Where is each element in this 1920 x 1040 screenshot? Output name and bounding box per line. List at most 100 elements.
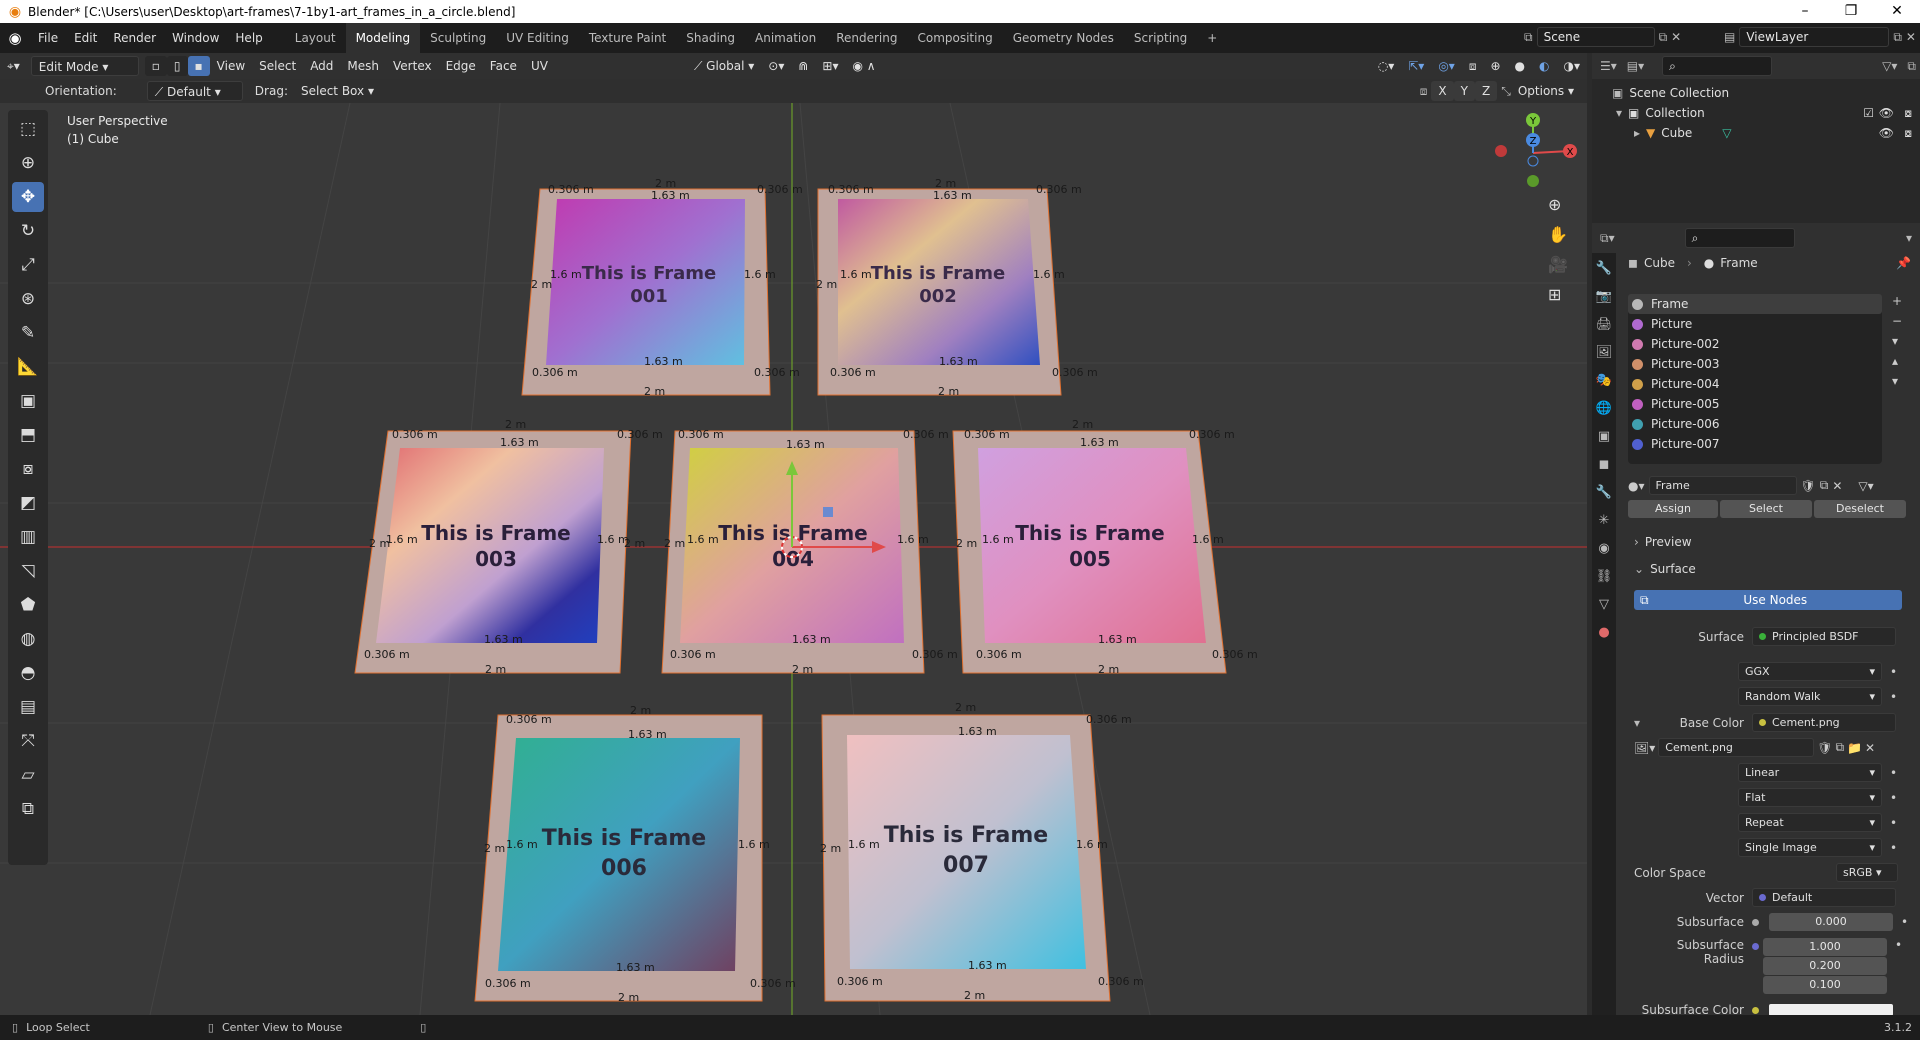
solid-shading-icon[interactable]: ● [1508,56,1532,76]
unlink-image-icon[interactable]: ✕ [1865,741,1875,755]
surface-panel-header[interactable]: ⌄ Surface [1634,562,1696,576]
add-workspace-button[interactable]: + [1197,23,1227,53]
slot-picture-007[interactable]: Picture-007 [1628,434,1882,454]
mode-dropdown[interactable]: Edit Mode ▾ [30,56,139,76]
viewlayer-close-icon[interactable]: ✕ [1906,30,1916,44]
render-tab-icon[interactable]: 📷 [1596,286,1612,307]
scale-icon[interactable]: ⤢ [12,250,44,280]
subsurface-radius-z[interactable]: 0.100 [1763,976,1887,994]
material-tab-icon[interactable]: ● [1598,622,1609,643]
pan-hand-icon[interactable]: ✋ [1548,225,1568,244]
navigation-gizmo[interactable]: Y Z X [1488,108,1578,198]
tab-compositing[interactable]: Compositing [907,23,1002,53]
material-name-field[interactable]: Frame [1648,476,1797,495]
slot-picture[interactable]: Picture [1628,314,1882,334]
outliner-object-cube[interactable]: ▸ ▼ Cube ▽ 👁 ⧇ [1592,123,1920,143]
gizmo-toggle-icon[interactable]: ⇱▾ [1401,56,1431,76]
viewlayer-field[interactable]: ViewLayer [1739,27,1890,47]
move-slot-down-icon[interactable]: ▾ [1892,374,1902,388]
slot-picture-006[interactable]: Picture-006 [1628,414,1882,434]
menu-select[interactable]: Select [252,56,303,76]
expand-arrow-icon[interactable]: ▾ [1616,106,1622,120]
outliner-display-mode-icon[interactable]: ▤▾ [1627,59,1644,73]
menu-help[interactable]: Help [227,31,270,45]
material-shading-icon[interactable]: ◐ [1532,56,1556,76]
data-tab-icon[interactable]: ▽ [1599,594,1609,615]
render-camera-icon[interactable]: ⧇ [1904,126,1912,141]
orientation-dropdown[interactable]: ⟋ Default ▾ [146,81,243,101]
vertex-select-icon[interactable]: ▫ [144,56,167,76]
tab-sculpting[interactable]: Sculpting [420,23,496,53]
object-tab-icon[interactable]: ◼ [1599,454,1610,475]
add-cube-icon[interactable]: ▣ [12,386,44,416]
menu-view[interactable]: View [210,56,252,76]
pin-icon[interactable]: 📌 [1896,256,1911,270]
shear-icon[interactable]: ▱ [12,760,44,790]
overlays-icon[interactable]: ◎▾ [1431,56,1462,76]
outliner-collection[interactable]: ▾ ▣ Collection ☑ 👁 ⧇ [1592,103,1920,123]
slot-specials-icon[interactable]: ▾ [1892,334,1902,348]
slot-picture-003[interactable]: Picture-003 [1628,354,1882,374]
editor-type-icon[interactable]: ⌖▾ [0,56,27,76]
image-browse-icon[interactable]: 🖼▾ [1634,741,1655,755]
unlink-material-icon[interactable]: ✕ [1832,479,1842,493]
add-slot-icon[interactable]: + [1892,294,1902,308]
node-filter-icon[interactable]: ▽▾ [1858,479,1873,493]
distribution-dropdown[interactable]: GGX ▾ [1738,662,1882,681]
frame-007[interactable]: This is Frame 007 [821,714,1111,1002]
vector-field[interactable]: Default [1752,888,1896,907]
slot-frame[interactable]: Frame [1628,294,1882,314]
smooth-icon[interactable]: ◓ [12,658,44,688]
extrude-icon[interactable]: ⬒ [12,420,44,450]
particles-tab-icon[interactable]: ✳ [1599,510,1610,531]
snap-increment-icon[interactable]: ⊞▾ [815,56,845,76]
select-button[interactable]: Select [1720,500,1812,518]
snap-icon[interactable]: ⋒ [791,56,815,76]
drag-dropdown[interactable]: Select Box ▾ [294,81,381,101]
expanded-arrow-icon[interactable]: ▾ [1634,716,1654,730]
duplicate-material-icon[interactable]: ⧉ [1820,478,1829,493]
new-image-icon[interactable]: ⧉ [1836,740,1845,755]
color-space-dropdown[interactable]: sRGB ▾ [1836,863,1898,882]
use-nodes-button[interactable]: ⧉ Use Nodes [1634,590,1902,610]
cursor-icon[interactable]: ⊕ [12,148,44,178]
mirror-icon[interactable]: ⧈ [1420,84,1428,99]
slot-picture-004[interactable]: Picture-004 [1628,374,1882,394]
shrink-fatten-icon[interactable]: ⤧ [12,726,44,756]
edge-slide-icon[interactable]: ▤ [12,692,44,722]
menu-mesh[interactable]: Mesh [340,56,386,76]
open-image-icon[interactable]: 📁 [1847,741,1862,755]
image-name-field[interactable]: Cement.png [1658,738,1815,757]
output-tab-icon[interactable]: 🖨 [1596,314,1613,335]
maximize-button[interactable]: ❐ [1828,0,1874,23]
menu-edge[interactable]: Edge [439,56,483,76]
rip-region-icon[interactable]: ⧉ [12,794,44,824]
scene-field[interactable]: Scene [1536,27,1655,47]
3d-viewport[interactable]: This is Frame 001 This is Frame 002 This… [0,103,1587,1015]
checkbox-icon[interactable]: ☑ [1863,106,1874,120]
zoom-icon[interactable]: ⊕ [1548,195,1568,214]
base-color-field[interactable]: Cement.png [1752,713,1896,732]
menu-face[interactable]: Face [483,56,524,76]
bevel-icon[interactable]: ◩ [12,488,44,518]
xray-icon[interactable]: ⧈ [1462,56,1484,76]
menu-window[interactable]: Window [164,31,227,45]
dropdown-chevron-icon[interactable]: ▾ [1906,231,1912,245]
blender-menu-icon[interactable]: ◉ [0,29,30,47]
viewlayer-new-icon[interactable]: ⧉ [1893,30,1902,45]
preview-panel-header[interactable]: › Preview [1634,535,1692,549]
proportional-edit-icon[interactable]: ◉ ∧ [846,56,883,76]
tab-animation[interactable]: Animation [745,23,826,53]
remove-slot-icon[interactable]: − [1892,314,1902,328]
outliner-scene-collection[interactable]: ▣ Scene Collection [1592,83,1920,103]
scene-close-icon[interactable]: ✕ [1671,30,1681,44]
view-layer-tab-icon[interactable]: 🖼 [1596,342,1613,363]
expand-arrow-icon[interactable]: ▸ [1634,126,1640,140]
menu-uv[interactable]: UV [524,56,555,76]
minimize-button[interactable]: – [1782,0,1828,23]
menu-vertex[interactable]: Vertex [386,56,439,76]
close-button[interactable]: ✕ [1874,0,1920,23]
properties-search-input[interactable]: ⌕ [1684,228,1795,248]
annotate-icon[interactable]: ✎ [12,318,44,348]
fake-user-icon[interactable]: 🛡 [1801,479,1816,493]
